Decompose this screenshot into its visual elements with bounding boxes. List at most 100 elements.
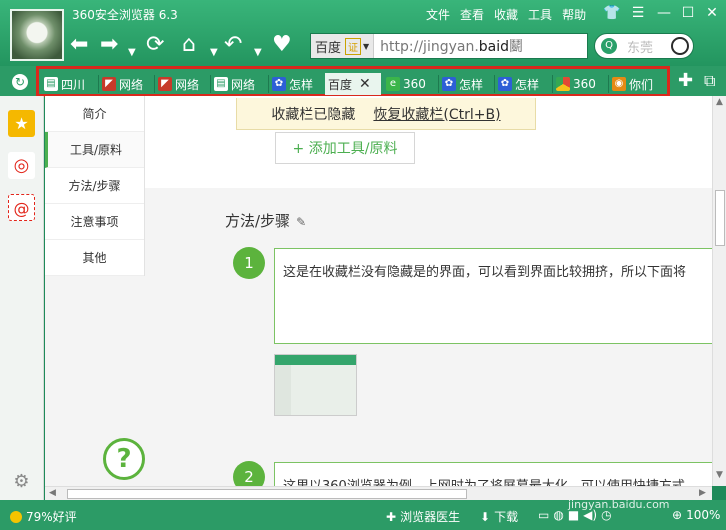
home-icon[interactable]: ⌂ (182, 32, 196, 58)
forward-icon[interactable]: ➡ (100, 32, 118, 58)
help-question-icon[interactable]: ? (103, 438, 145, 480)
window-title: 360安全浏览器 6.3 (72, 8, 178, 22)
restore-favorites-link[interactable]: 恢复收藏栏(Ctrl+B) (373, 104, 500, 124)
restore-tabs-icon[interactable]: ↻ (12, 74, 28, 90)
undo-dropdown-icon[interactable]: ▼ (254, 40, 262, 66)
menu-help[interactable]: 帮助 (562, 6, 586, 23)
browser-toolbar: 360安全浏览器 6.3 文件 查看 收藏 工具 帮助 👕 ☰ — ☐ ✕ ⬅ … (0, 0, 726, 66)
menu-file[interactable]: 文件 (426, 6, 450, 23)
go-icon[interactable]: ▶ (560, 32, 575, 58)
vertical-scroll-thumb[interactable] (715, 190, 725, 246)
zoom-icon: ⊕ (672, 508, 683, 522)
nav-other[interactable]: 其他 (45, 240, 144, 276)
tab-8[interactable]: ✿ 怎样 (439, 73, 493, 95)
baidu-paw-icon: ✿ (442, 77, 456, 91)
tab-5[interactable]: ✿ 怎样 (269, 73, 323, 95)
menu-favorites[interactable]: 收藏 (494, 6, 518, 23)
rating-indicator[interactable]: 79%好评 (10, 508, 77, 525)
home-dropdown-icon[interactable]: ▼ (210, 40, 218, 66)
tab-11[interactable]: ◉ 你们 (609, 73, 665, 95)
new-tab-plus-icon[interactable]: ✚ (678, 68, 693, 94)
vertical-scrollbar[interactable]: ▲ ▼ (712, 96, 726, 486)
web-content: 简介 工具/原料 方法/步骤 注意事项 其他 收藏栏已隐藏 恢复收藏栏(Ctrl… (45, 96, 712, 486)
document-icon: ▤ (44, 77, 58, 91)
chat-icon[interactable]: ◍ (553, 508, 563, 522)
doctor-icon: ✚ (386, 509, 397, 524)
menu-tools[interactable]: 工具 (528, 6, 552, 23)
download-icon: ⬇ (480, 509, 491, 524)
search-input[interactable]: 东莞 (627, 37, 653, 56)
tab-strip-highlight: ▤ 四川 ◤ 网络 ◤ 网络 ▤ 网络 ✿ 怎样 百度 ✕ e 360 ✿ 怎样 ✿ 怎样 360… (36, 66, 670, 97)
zoom-level[interactable]: ⊕ 100% (672, 508, 720, 522)
step-number: 1 (233, 247, 265, 279)
side-panel: ★ ◎ @ ⚙ (0, 96, 44, 500)
mail-at-icon[interactable]: @ (8, 194, 35, 221)
back-icon[interactable]: ⬅ (70, 32, 88, 58)
list-menu-icon[interactable]: ☰ (628, 5, 648, 21)
baidu-paw-icon: ✿ (272, 77, 286, 91)
minimize-button[interactable]: — (654, 5, 674, 21)
tab-2[interactable]: ◤ 网络 (99, 73, 153, 95)
browser-doctor-button[interactable]: ✚ 浏览器医生 (386, 508, 460, 525)
window-icon[interactable]: ▭ (538, 508, 549, 522)
weibo-icon[interactable]: ◎ (8, 152, 35, 179)
edit-pencil-icon[interactable]: ✎ (296, 215, 306, 229)
site-identity[interactable]: 百度 证 ▼ (311, 34, 375, 58)
tab-10[interactable]: 360 (553, 73, 607, 95)
red-page-icon: ◤ (102, 77, 116, 91)
close-button[interactable]: ✕ (702, 5, 722, 21)
watermark: jingyan.baidu.com (568, 498, 670, 511)
nav-steps[interactable]: 方法/步骤 (45, 168, 144, 204)
refresh-icon[interactable]: ⟳ (146, 32, 164, 58)
step-text: 这里以360浏览器为例，上网时为了将屏幕最大化，可以使用快捷方式 (274, 462, 712, 486)
tab-1[interactable]: ▤ 四川 (41, 73, 97, 95)
notice-text: 收藏栏已隐藏 (271, 106, 356, 123)
site-dropdown-icon[interactable]: ▼ (363, 42, 369, 51)
nav-intro[interactable]: 简介 (45, 96, 144, 132)
red-page-icon: ◤ (158, 77, 172, 91)
chrome-icon (556, 77, 570, 91)
undo-close-icon[interactable]: ↶ (224, 32, 242, 58)
favorites-star-icon[interactable]: ★ (8, 110, 35, 137)
scroll-up-icon[interactable]: ▲ (716, 97, 723, 107)
speed-dropdown-icon[interactable]: ▼ (548, 40, 556, 66)
tab-9[interactable]: ✿ 怎样 (495, 73, 551, 95)
scroll-right-icon[interactable]: ▶ (699, 488, 706, 498)
tab-4[interactable]: ▤ 网络 (211, 73, 267, 95)
tab-6-active[interactable]: 百度 ✕ (325, 73, 381, 95)
section-title: 方法/步骤 ✎ (225, 212, 307, 230)
tab-7[interactable]: e 360 (383, 73, 437, 95)
step-screenshot-thumbnail[interactable] (274, 354, 357, 416)
download-button[interactable]: ⬇ 下载 (480, 508, 518, 525)
user-avatar[interactable] (10, 9, 64, 61)
search-icon[interactable] (671, 37, 689, 55)
tab-3[interactable]: ◤ 网络 (155, 73, 209, 95)
scroll-down-icon[interactable]: ▼ (716, 470, 723, 480)
firefox-icon: ◉ (612, 77, 626, 91)
url-text[interactable]: http://jingyan.baid鬭 (374, 36, 523, 56)
address-bar[interactable]: 百度 证 ▼ http://jingyan.baid鬭 (310, 33, 588, 59)
tab-list-icon[interactable]: ⧉ (704, 68, 715, 94)
menu-view[interactable]: 查看 (460, 6, 484, 23)
search-engine-icon[interactable]: Q (601, 38, 617, 54)
step-text: 这是在收藏栏没有隐藏是的界面，可以看到界面比较拥挤，所以下面将 (274, 248, 712, 344)
status-bar: 79%好评 ✚ 浏览器医生 ⬇ 下载 ▭ ◍ ■ ◀) ◷ jingyan.baid… (0, 498, 726, 530)
nav-tools[interactable]: 工具/原料 (45, 132, 144, 168)
search-field[interactable]: Q 东莞 (594, 33, 694, 59)
certificate-icon: 证 (345, 37, 362, 55)
horizontal-scroll-thumb[interactable] (67, 489, 467, 499)
skin-icon[interactable]: 👕 (602, 5, 622, 21)
article-nav: 简介 工具/原料 方法/步骤 注意事项 其他 (45, 96, 145, 276)
settings-gear-icon[interactable]: ⚙ (8, 468, 35, 495)
scroll-left-icon[interactable]: ◀ (49, 488, 56, 498)
maximize-button[interactable]: ☐ (678, 5, 698, 21)
speed-mode-icon[interactable]: ϟ (530, 34, 541, 60)
step-number: 2 (233, 461, 265, 486)
add-tool-button[interactable]: + 添加工具/原料 (275, 132, 415, 164)
menu-bar: 文件 查看 收藏 工具 帮助 (426, 6, 586, 23)
favorite-heart-icon[interactable]: ♥ (272, 32, 292, 58)
close-tab-icon[interactable]: ✕ (359, 76, 371, 92)
nav-notes[interactable]: 注意事项 (45, 204, 144, 240)
360-green-icon: e (386, 77, 400, 91)
history-dropdown-icon[interactable]: ▼ (128, 40, 136, 66)
